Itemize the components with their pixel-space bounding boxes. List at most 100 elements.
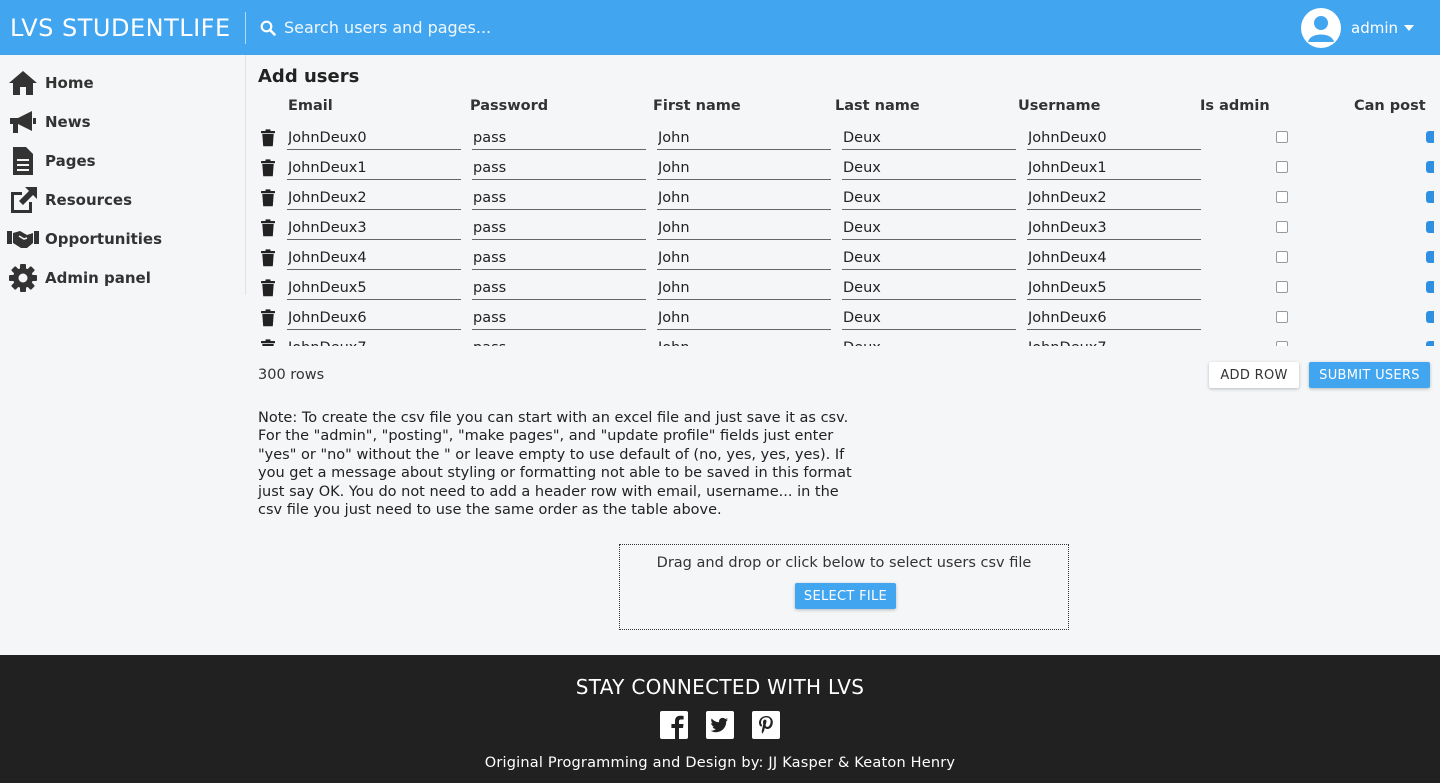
email-field[interactable] [287, 126, 461, 150]
can-post-checkbox[interactable] [1426, 191, 1434, 203]
is-admin-checkbox[interactable] [1276, 131, 1288, 143]
search-input[interactable] [284, 18, 684, 37]
first-name-field[interactable] [657, 276, 831, 300]
search-box[interactable] [260, 12, 684, 44]
username-field[interactable] [1027, 336, 1201, 346]
sidebar-item-home[interactable]: Home [0, 63, 245, 102]
twitter-icon[interactable] [706, 711, 734, 739]
username-field[interactable] [1027, 276, 1201, 300]
password-field[interactable] [472, 126, 646, 150]
password-field[interactable] [472, 186, 646, 210]
sidebar-item-opportunities[interactable]: Opportunities [0, 219, 245, 258]
trash-icon[interactable] [260, 279, 276, 297]
facebook-icon[interactable] [660, 711, 688, 739]
submit-users-button[interactable]: SUBMIT USERS [1309, 362, 1430, 388]
can-post-checkbox[interactable] [1426, 341, 1434, 346]
sidebar-item-label: Admin panel [45, 268, 151, 287]
user-menu[interactable]: admin [1301, 8, 1414, 48]
sidebar-item-label: Home [45, 73, 94, 92]
is-admin-checkbox[interactable] [1276, 311, 1288, 323]
handshake-icon [7, 223, 39, 255]
first-name-field[interactable] [657, 216, 831, 240]
first-name-field[interactable] [657, 126, 831, 150]
password-field[interactable] [472, 216, 646, 240]
can-post-checkbox[interactable] [1426, 251, 1434, 263]
is-admin-checkbox[interactable] [1276, 191, 1288, 203]
last-name-field[interactable] [842, 246, 1016, 270]
first-name-field[interactable] [657, 246, 831, 270]
csv-dropzone[interactable]: Drag and drop or click below to select u… [619, 544, 1069, 630]
document-icon [7, 145, 39, 177]
password-field[interactable] [472, 336, 646, 346]
last-name-field[interactable] [842, 156, 1016, 180]
csv-note: Note: To create the csv file you can sta… [258, 410, 852, 519]
username-field[interactable] [1027, 306, 1201, 330]
last-name-field[interactable] [842, 126, 1016, 150]
email-field[interactable] [287, 336, 461, 346]
can-post-checkbox[interactable] [1426, 221, 1434, 233]
last-name-field[interactable] [842, 216, 1016, 240]
trash-icon[interactable] [260, 339, 276, 346]
email-field[interactable] [287, 246, 461, 270]
trash-icon[interactable] [260, 309, 276, 327]
brand-logo[interactable]: LVS STUDENTLIFE [0, 11, 246, 44]
email-field[interactable] [287, 306, 461, 330]
table-row [258, 184, 1440, 214]
username-field[interactable] [1027, 126, 1201, 150]
email-field[interactable] [287, 156, 461, 180]
table-row [258, 244, 1440, 274]
sidebar-item-pages[interactable]: Pages [0, 141, 245, 180]
trash-icon[interactable] [260, 129, 276, 147]
last-name-field[interactable] [842, 276, 1016, 300]
sidebar-item-resources[interactable]: Resources [0, 180, 245, 219]
password-field[interactable] [472, 276, 646, 300]
can-post-checkbox[interactable] [1426, 281, 1434, 293]
email-field[interactable] [287, 276, 461, 300]
table-row [258, 274, 1440, 304]
first-name-field[interactable] [657, 306, 831, 330]
is-admin-checkbox[interactable] [1276, 341, 1288, 346]
username-field[interactable] [1027, 156, 1201, 180]
search-icon [260, 20, 276, 36]
email-field[interactable] [287, 186, 461, 210]
social-links [0, 711, 1440, 741]
is-admin-checkbox[interactable] [1276, 281, 1288, 293]
pinterest-icon[interactable] [752, 711, 780, 739]
select-file-button[interactable]: SELECT FILE [795, 583, 896, 609]
email-field[interactable] [287, 216, 461, 240]
trash-icon[interactable] [260, 249, 276, 267]
last-name-field[interactable] [842, 306, 1016, 330]
can-post-checkbox[interactable] [1426, 161, 1434, 173]
column-header-can-post: Can post [1354, 98, 1426, 114]
username-field[interactable] [1027, 216, 1201, 240]
can-post-checkbox[interactable] [1426, 311, 1434, 323]
column-header-password: Password [470, 98, 549, 114]
trash-icon[interactable] [260, 189, 276, 207]
password-field[interactable] [472, 156, 646, 180]
first-name-field[interactable] [657, 156, 831, 180]
megaphone-icon [7, 106, 39, 138]
first-name-field[interactable] [657, 186, 831, 210]
sidebar-item-news[interactable]: News [0, 102, 245, 141]
is-admin-checkbox[interactable] [1276, 161, 1288, 173]
sidebar: Home News Pages Resources Opportunities … [0, 55, 246, 295]
users-table-body[interactable] [258, 124, 1440, 346]
sidebar-item-admin-panel[interactable]: Admin panel [0, 258, 245, 297]
last-name-field[interactable] [842, 186, 1016, 210]
trash-icon[interactable] [260, 219, 276, 237]
first-name-field[interactable] [657, 336, 831, 346]
last-name-field[interactable] [842, 336, 1016, 346]
username-field[interactable] [1027, 246, 1201, 270]
is-admin-checkbox[interactable] [1276, 251, 1288, 263]
can-post-checkbox[interactable] [1426, 131, 1434, 143]
trash-icon[interactable] [260, 159, 276, 177]
is-admin-checkbox[interactable] [1276, 221, 1288, 233]
table-row [258, 214, 1440, 244]
caret-down-icon [1404, 25, 1414, 31]
password-field[interactable] [472, 306, 646, 330]
add-row-button[interactable]: ADD ROW [1209, 362, 1299, 388]
password-field[interactable] [472, 246, 646, 270]
row-count: 300 rows [258, 367, 325, 383]
username-field[interactable] [1027, 186, 1201, 210]
user-name: admin [1351, 19, 1398, 37]
